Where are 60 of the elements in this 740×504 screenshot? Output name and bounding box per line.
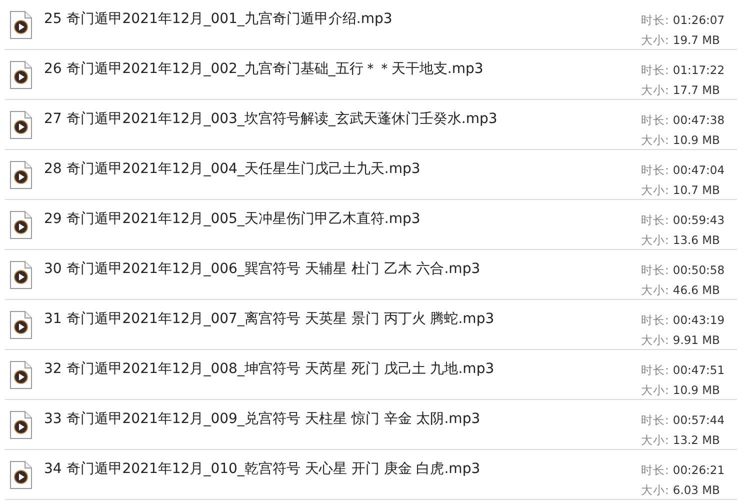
size-label: 大小: bbox=[641, 482, 669, 499]
duration-value: 00:47:51 bbox=[672, 362, 725, 379]
duration-label: 时长: bbox=[641, 462, 669, 479]
file-name[interactable]: 34 奇门遁甲2021年12月_010_乾宫符号 天心星 开门 庚金 白虎.mp3 bbox=[44, 460, 641, 478]
size-value: 10.9 MB bbox=[672, 382, 720, 399]
audio-file-icon bbox=[10, 311, 32, 339]
duration-value: 00:57:44 bbox=[672, 412, 725, 429]
duration-value: 00:43:19 bbox=[672, 312, 725, 329]
audio-file-icon bbox=[10, 161, 32, 189]
size-value: 6.03 MB bbox=[672, 482, 720, 499]
size-value: 13.6 MB bbox=[672, 232, 720, 249]
file-name[interactable]: 31 奇门遁甲2021年12月_007_离宫符号 天英星 景门 丙丁火 腾蛇.mp3 bbox=[44, 310, 641, 328]
size-value: 19.7 MB bbox=[672, 32, 720, 49]
file-name[interactable]: 30 奇门遁甲2021年12月_006_巽宫符号 天辅星 杜门 乙木 六合.mp3 bbox=[44, 260, 641, 278]
file-name[interactable]: 27 奇门遁甲2021年12月_003_坎宫符号解读_玄武天蓬休门壬癸水.mp3 bbox=[44, 110, 641, 128]
duration-label: 时长: bbox=[641, 362, 669, 379]
audio-file-icon bbox=[10, 361, 32, 389]
size-label: 大小: bbox=[641, 282, 669, 299]
duration-label: 时长: bbox=[641, 262, 669, 279]
audio-file-icon bbox=[10, 11, 32, 39]
size-label: 大小: bbox=[641, 332, 669, 349]
audio-file-icon bbox=[10, 111, 32, 139]
file-name[interactable]: 26 奇门遁甲2021年12月_002_九宫奇门基础_五行＊＊天干地支.mp3 bbox=[44, 60, 641, 78]
size-value: 13.2 MB bbox=[672, 432, 720, 449]
size-label: 大小: bbox=[641, 382, 669, 399]
duration-label: 时长: bbox=[641, 212, 669, 229]
file-name[interactable]: 32 奇门遁甲2021年12月_008_坤宫符号 天芮星 死门 戊己土 九地.mp3 bbox=[44, 360, 641, 378]
duration-value: 00:47:04 bbox=[672, 162, 725, 179]
duration-value: 01:26:07 bbox=[672, 12, 725, 29]
size-label: 大小: bbox=[641, 82, 669, 99]
size-value: 10.9 MB bbox=[672, 132, 720, 149]
size-value: 10.7 MB bbox=[672, 182, 720, 199]
audio-file-icon bbox=[10, 261, 32, 289]
size-label: 大小: bbox=[641, 32, 669, 49]
size-label: 大小: bbox=[641, 182, 669, 199]
file-name[interactable]: 33 奇门遁甲2021年12月_009_兑宫符号 天柱星 惊门 辛金 太阴.mp3 bbox=[44, 410, 641, 428]
duration-label: 时长: bbox=[641, 162, 669, 179]
duration-label: 时长: bbox=[641, 112, 669, 129]
size-value: 17.7 MB bbox=[672, 82, 720, 99]
size-value: 46.6 MB bbox=[672, 282, 720, 299]
duration-value: 00:47:38 bbox=[672, 112, 725, 129]
duration-value: 00:59:43 bbox=[672, 212, 725, 229]
size-label: 大小: bbox=[641, 132, 669, 149]
audio-file-icon bbox=[10, 61, 32, 89]
duration-label: 时长: bbox=[641, 412, 669, 429]
duration-label: 时长: bbox=[641, 62, 669, 79]
file-name[interactable]: 29 奇门遁甲2021年12月_005_天冲星伤门甲乙木直符.mp3 bbox=[44, 210, 641, 228]
duration-value: 01:17:22 bbox=[672, 62, 725, 79]
size-label: 大小: bbox=[641, 232, 669, 249]
duration-value: 00:50:58 bbox=[672, 262, 725, 279]
audio-file-icon bbox=[10, 411, 32, 439]
size-value: 9.91 MB bbox=[672, 332, 720, 349]
duration-label: 时长: bbox=[641, 312, 669, 329]
file-name[interactable]: 25 奇门遁甲2021年12月_001_九宫奇门遁甲介绍.mp3 bbox=[44, 10, 641, 28]
duration-value: 00:26:21 bbox=[672, 462, 725, 479]
duration-label: 时长: bbox=[641, 12, 669, 29]
size-label: 大小: bbox=[641, 432, 669, 449]
audio-file-icon bbox=[10, 211, 32, 239]
audio-file-icon bbox=[10, 461, 32, 489]
file-name[interactable]: 28 奇门遁甲2021年12月_004_天任星生门戊己土九天.mp3 bbox=[44, 160, 641, 178]
